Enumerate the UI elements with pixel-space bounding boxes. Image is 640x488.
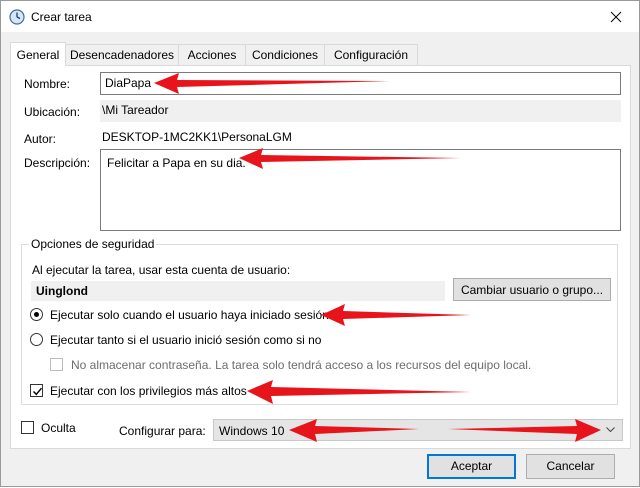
cancel-button[interactable]: Cancelar [526,454,615,479]
run-whether-logged-on-radio[interactable] [30,333,43,346]
name-input[interactable]: DiaPapa [100,72,621,95]
configure-for-select[interactable]: Windows 10 [213,419,623,441]
tab-general[interactable]: General [10,42,66,66]
change-user-button[interactable]: Cambiar usuario o grupo... [453,278,611,301]
security-options-title: Opciones de seguridad [29,237,157,251]
radio-selected-dot [34,312,39,317]
run-only-logged-on-label[interactable]: Ejecutar solo cuando el usuario haya ini… [50,308,329,322]
tab-configuracion[interactable]: Configuración [324,44,418,66]
checkmark-icon [33,387,43,396]
name-label: Nombre: [24,77,71,91]
run-whether-logged-on-label[interactable]: Ejecutar tanto si el usuario inició sesi… [50,333,321,347]
chevron-down-icon [606,427,615,433]
configure-for-value: Windows 10 [219,424,285,438]
user-account-value: Uinglond [31,281,445,301]
description-textarea[interactable]: Felicitar a Papa en su dia. [100,149,621,231]
author-value: DESKTOP-1MC2KK1\PersonaLGM [100,127,621,149]
hidden-checkbox[interactable] [21,421,34,434]
close-icon [610,11,622,22]
tab-desencadenadores[interactable]: Desencadenadores [65,44,179,66]
window-title: Crear tarea [31,10,92,24]
accept-button[interactable]: Aceptar [427,454,516,479]
no-store-password-label: No almacenar contraseña. La tarea solo t… [71,358,532,372]
description-label: Descripción: [24,156,91,170]
run-only-logged-on-radio[interactable] [30,308,43,321]
tab-condiciones[interactable]: Condiciones [245,44,325,66]
task-scheduler-clock-icon [9,9,25,25]
location-label: Ubicación: [24,105,81,119]
tab-acciones[interactable]: Acciones [178,44,246,66]
account-prompt: Al ejecutar la tarea, usar esta cuenta d… [32,263,291,277]
highest-privileges-label[interactable]: Ejecutar con los privilegios más altos [50,384,247,398]
hidden-label[interactable]: Oculta [41,421,76,435]
close-button[interactable] [593,1,639,32]
create-task-dialog: Crear tarea Desencadenadores Acciones Co… [0,0,640,487]
location-value: \Mi Tareador [100,100,621,122]
no-store-password-checkbox[interactable] [50,358,63,371]
author-label: Autor: [24,132,57,146]
configure-for-label: Configurar para: [119,424,206,438]
highest-privileges-checkbox[interactable] [30,384,43,397]
title-bar: Crear tarea [1,1,639,32]
